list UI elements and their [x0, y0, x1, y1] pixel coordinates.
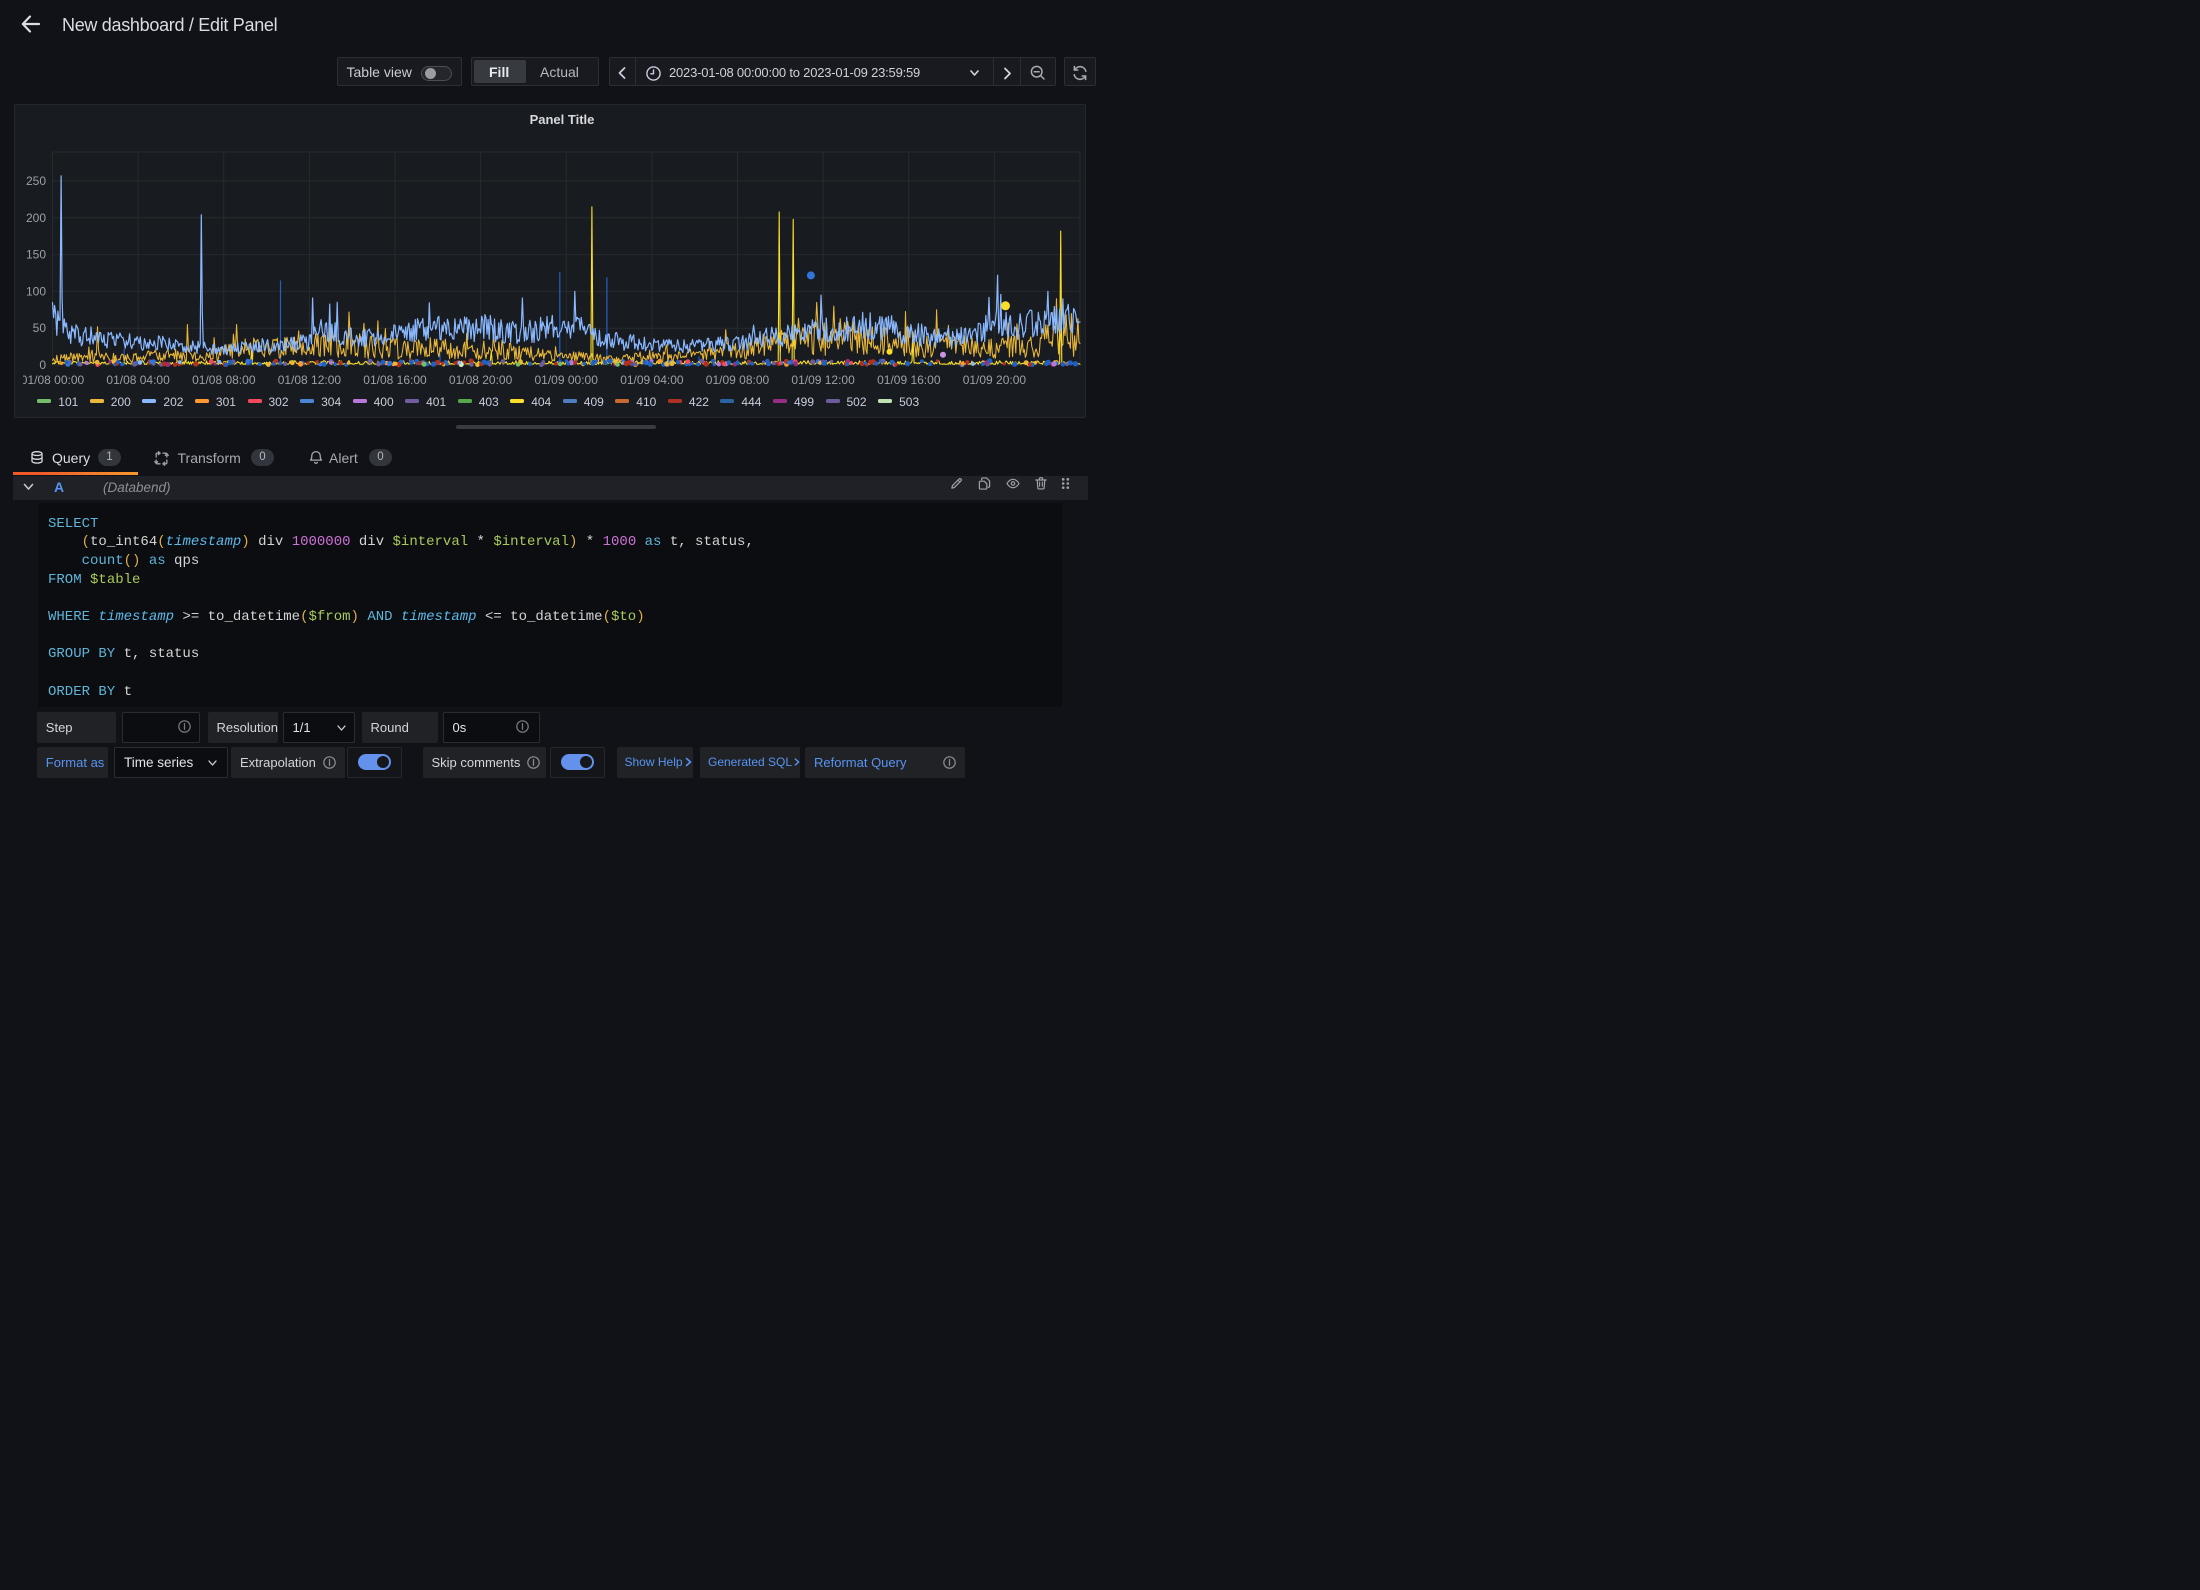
- svg-text:01/09 16:00: 01/09 16:00: [877, 373, 941, 387]
- svg-text:01/09 04:00: 01/09 04:00: [620, 373, 684, 387]
- svg-text:01/09 08:00: 01/09 08:00: [706, 373, 770, 387]
- svg-text:01/09 12:00: 01/09 12:00: [791, 373, 855, 387]
- svg-text:01/08 04:00: 01/08 04:00: [106, 373, 170, 387]
- svg-text:01/08 00:00: 01/08 00:00: [21, 373, 85, 387]
- svg-text:100: 100: [26, 284, 46, 298]
- svg-text:01/08 16:00: 01/08 16:00: [363, 373, 427, 387]
- svg-text:01/08 12:00: 01/08 12:00: [278, 373, 342, 387]
- svg-text:01/08 08:00: 01/08 08:00: [192, 373, 256, 387]
- svg-text:01/09 00:00: 01/09 00:00: [534, 373, 598, 387]
- svg-text:01/08 20:00: 01/08 20:00: [449, 373, 513, 387]
- svg-text:01/09 20:00: 01/09 20:00: [963, 373, 1027, 387]
- svg-text:150: 150: [26, 248, 46, 262]
- svg-text:250: 250: [26, 174, 46, 188]
- svg-text:200: 200: [26, 211, 46, 225]
- svg-text:50: 50: [33, 321, 47, 335]
- svg-text:0: 0: [39, 358, 46, 372]
